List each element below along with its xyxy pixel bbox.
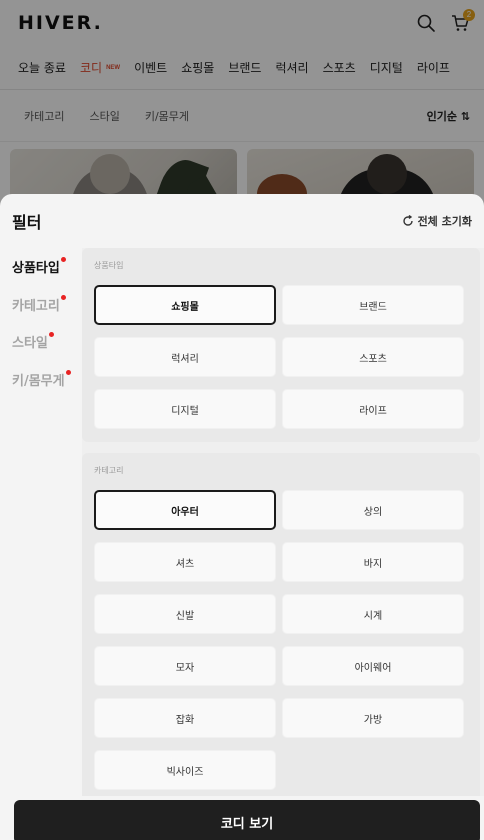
- reset-all-button[interactable]: 전체 초기화: [402, 213, 472, 229]
- filter-group-title: 카테고리: [94, 466, 124, 475]
- filter-sidebar-label: 스타일: [12, 336, 48, 352]
- filter-option-button[interactable]: 럭셔리: [94, 337, 276, 377]
- filter-option-button[interactable]: 디지털: [94, 389, 276, 429]
- filter-options: 상품타입쇼핑몰 브랜드 럭셔리 스포츠 디지털 라이프카테고리아우터 상의 셔츠 바지 신발 시계 모…: [82, 248, 484, 808]
- filter-option-grid: 쇼핑몰 브랜드 럭셔리 스포츠 디지털 라이프: [94, 285, 472, 429]
- filter-option-button[interactable]: 모자: [94, 646, 276, 686]
- filter-group-title: 상품타입: [94, 261, 124, 270]
- filter-option-button[interactable]: 잡화: [94, 698, 276, 738]
- active-filter-dot: [61, 294, 66, 300]
- filter-sheet: 필터 전체 초기화 상품타입 카테고리 스타일 키/몸무게 상품타입 쇼핑몰 브랜드 럭셔리…: [0, 194, 484, 840]
- filter-option-button[interactable]: 셔츠: [94, 542, 276, 582]
- filter-group: 카테고리아우터 상의 셔츠 바지 신발 시계 모자 아이웨어 잡화 가방 빅사이즈: [82, 453, 480, 803]
- filter-title: 필터: [12, 213, 42, 232]
- filter-option-button[interactable]: 쇼핑몰: [94, 285, 276, 325]
- filter-sidebar-item[interactable]: 스타일: [12, 323, 82, 361]
- filter-sidebar-label: 키/몸무게: [12, 373, 65, 389]
- filter-option-button[interactable]: 상의: [282, 490, 464, 530]
- filter-option-button[interactable]: 시계: [282, 594, 464, 634]
- filter-option-button[interactable]: 아이웨어: [282, 646, 464, 686]
- filter-option-grid: 아우터 상의 셔츠 바지 신발 시계 모자 아이웨어 잡화 가방 빅사이즈: [94, 490, 472, 790]
- filter-option-button[interactable]: 브랜드: [282, 285, 464, 325]
- filter-sidebar-item[interactable]: 상품타입: [12, 248, 82, 286]
- filter-sidebar-label: 카테고리: [12, 298, 60, 314]
- filter-option-button[interactable]: 가방: [282, 698, 464, 738]
- filter-group: 상품타입쇼핑몰 브랜드 럭셔리 스포츠 디지털 라이프: [82, 248, 480, 442]
- apply-button[interactable]: 코디 보기: [14, 800, 480, 840]
- active-filter-dot: [66, 369, 71, 375]
- filter-body: 상품타입 카테고리 스타일 키/몸무게 상품타입 쇼핑몰 브랜드 럭셔리 스포츠 디지털 라이프 카…: [0, 248, 484, 808]
- filter-sidebar-item[interactable]: 카테고리: [12, 286, 82, 324]
- filter-option-button[interactable]: 라이프: [282, 389, 464, 429]
- filter-option-button[interactable]: 아우터: [94, 490, 276, 530]
- filter-sidebar-label: 상품타입: [12, 261, 60, 277]
- filter-header: 필터 전체 초기화: [0, 194, 484, 248]
- active-filter-dot: [61, 257, 66, 262]
- filter-sidebar-item[interactable]: 키/몸무게: [12, 361, 82, 399]
- filter-option-button[interactable]: 스포츠: [282, 337, 464, 377]
- refresh-icon: [402, 215, 413, 226]
- reset-all-label: 전체 초기화: [417, 215, 472, 228]
- filter-option-button[interactable]: 신발: [94, 594, 276, 634]
- filter-sidebar: 상품타입카테고리스타일키/몸무게: [12, 248, 82, 398]
- filter-option-button[interactable]: 빅사이즈: [94, 750, 276, 790]
- active-filter-dot: [49, 332, 54, 337]
- apply-bar: 코디 보기: [0, 796, 484, 840]
- filter-option-button[interactable]: 바지: [282, 542, 464, 582]
